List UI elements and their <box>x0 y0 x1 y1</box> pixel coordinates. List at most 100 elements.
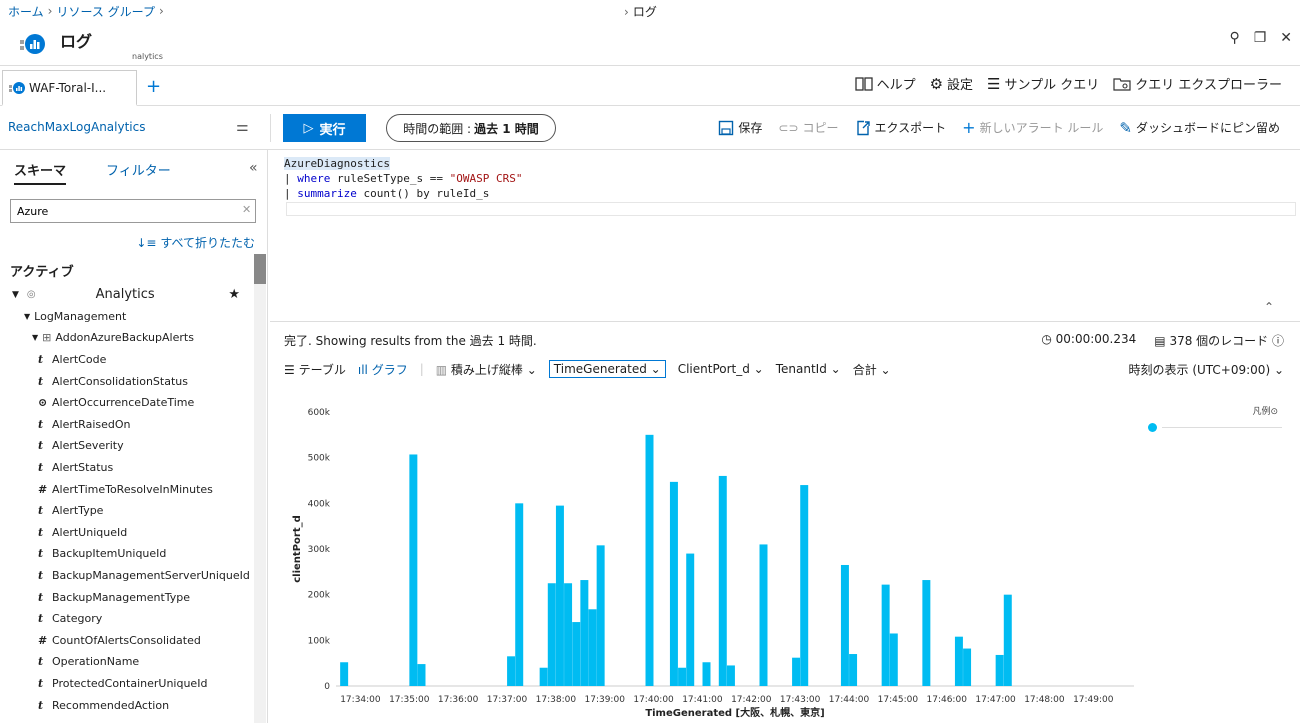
settings-label: 設定 <box>947 78 974 93</box>
schema-column[interactable]: t BackupItemUniqueId <box>0 543 252 565</box>
help-button[interactable]: ヘルプ <box>854 74 916 93</box>
schema-search-input[interactable] <box>10 199 256 223</box>
info-icon[interactable]: ⓘ <box>1268 334 1284 348</box>
sample-queries-label: サンプル クエリ <box>1004 78 1100 93</box>
timezone-label: 時刻の表示 (UTC+09:00) <box>1128 362 1271 377</box>
chart-bar <box>840 564 849 686</box>
schema-column[interactable]: t AlertType <box>0 500 252 522</box>
x-tick-label: 17:41:00 <box>682 695 723 705</box>
schema-column-name: AlertTimeToResolveInMinutes <box>52 482 213 496</box>
query-tab[interactable]: WAF-Toral-I... <box>2 70 137 106</box>
table-view-button[interactable]: ☰ テーブル <box>284 361 346 378</box>
query-explorer-button[interactable]: クエリ エクスプローラー <box>1113 74 1282 93</box>
schema-column[interactable]: t AlertCode <box>0 349 252 371</box>
list-icon: ☰ <box>987 74 1001 93</box>
breadcrumb-resource-group[interactable]: リソース グループ <box>56 3 155 20</box>
sliders-icon[interactable]: ⚌ <box>236 119 249 135</box>
chart-bar <box>669 481 678 686</box>
schema-column[interactable]: t AlertConsolidationStatus <box>0 370 252 392</box>
workspace-node[interactable]: ▼ ◎ Analytics ★ <box>0 284 252 306</box>
table-icon: ☰ <box>284 362 299 377</box>
pin-icon[interactable]: ⚲ <box>1229 30 1239 46</box>
settings-button[interactable]: ⚙ 設定 <box>930 74 974 94</box>
text-type-icon: t <box>38 417 44 431</box>
chart-bar <box>792 657 801 686</box>
pin-to-dashboard-button[interactable]: ✎ ダッシュボードにピン留め <box>1119 119 1280 137</box>
y-tick-label: 600k <box>308 408 331 418</box>
schema-column-name: AlertSeverity <box>52 439 124 453</box>
schema-column[interactable]: t AlertRaisedOn <box>0 414 252 436</box>
schema-column[interactable]: t RecommendedAction <box>0 694 252 716</box>
schema-column[interactable]: t AlertUniqueId <box>0 522 252 544</box>
run-button[interactable]: ▷ 実行 <box>283 114 366 142</box>
results-status-bar: 完了. Showing results from the 過去 1 時間. ◷ … <box>284 332 1284 349</box>
split-by-dropdown[interactable]: TenantId ⌄ <box>776 362 841 376</box>
chart-type-dropdown[interactable]: ▥ 積み上げ縦棒 ⌄ <box>436 361 537 378</box>
text-type-icon: t <box>38 655 44 669</box>
chart-view-button[interactable]: ıll グラフ <box>358 361 408 378</box>
query-editor[interactable]: AzureDiagnostics | where ruleSetType_s =… <box>270 150 1300 322</box>
query-line-3: | summarize count() by ruleId_s <box>284 187 489 200</box>
chart-bar <box>596 545 605 686</box>
schema-column[interactable]: # AlertTimeToResolveInMinutes <box>0 478 252 500</box>
chart-bar <box>995 654 1004 686</box>
tab-filter[interactable]: フィルター <box>106 160 171 185</box>
add-tab-button[interactable]: + <box>146 76 161 97</box>
time-range-label: 時間の範囲 : <box>403 121 472 136</box>
schema-column[interactable]: t Category <box>0 608 252 630</box>
results-meta: ◷ 00:00:00.234 ▤ 378 個のレコード ⓘ <box>1041 332 1284 349</box>
save-button[interactable]: 保存 <box>718 119 762 136</box>
time-range-button[interactable]: 時間の範囲 : 過去 1 時間 <box>386 114 556 142</box>
schema-column[interactable]: ⊙ AlertOccurrenceDateTime <box>0 392 252 414</box>
group-node[interactable]: ▼ LogManagement <box>0 306 252 328</box>
schema-column-name: ProtectedContainerUniqueId <box>52 676 208 690</box>
breadcrumb-home[interactable]: ホーム <box>8 3 44 20</box>
collapse-editor-icon[interactable]: ⌃ <box>1264 300 1274 314</box>
schema-column-name: BackupManagementType <box>52 590 191 604</box>
timezone-dropdown[interactable]: 時刻の表示 (UTC+09:00) ⌄ <box>1129 361 1284 378</box>
copy-button[interactable]: ⊂⊃ コピー <box>778 119 838 136</box>
schema-column-name: AlertStatus <box>52 461 114 475</box>
close-icon[interactable]: ✕ <box>1280 30 1292 46</box>
schema-column-name: AlertType <box>52 504 104 518</box>
restore-icon[interactable]: ❐ <box>1254 30 1267 46</box>
schema-column[interactable]: # CountOfAlertsConsolidated <box>0 630 252 652</box>
star-icon[interactable]: ★ <box>228 287 240 302</box>
schema-column[interactable]: t OperationName <box>0 651 252 673</box>
sample-queries-button[interactable]: ☰ サンプル クエリ <box>987 74 1100 94</box>
collapse-all-button[interactable]: ↓≡ すべて折りたたむ <box>136 234 255 251</box>
chart-bar <box>547 583 556 686</box>
scrollbar-thumb[interactable] <box>254 254 266 284</box>
schema-column[interactable]: t ProtectedContainerUniqueId <box>0 673 252 695</box>
y-axis-dropdown[interactable]: ClientPort_d ⌄ <box>678 362 764 376</box>
clear-icon[interactable]: ✕ <box>242 203 251 216</box>
legend-toggle[interactable]: 凡例⊙ <box>1252 404 1278 417</box>
x-axis-dropdown[interactable]: TimeGenerated ⌄ <box>548 360 666 378</box>
page-subtitle: nalytics <box>132 52 163 61</box>
chevron-down-icon: ⌄ <box>876 362 891 377</box>
aggregation-dropdown[interactable]: 合計 ⌄ <box>853 361 891 378</box>
new-alert-rule-button[interactable]: + 新しいアラート ルール <box>962 118 1103 137</box>
x-tick-label: 17:45:00 <box>878 695 919 705</box>
schema-scrollbar[interactable] <box>254 254 266 723</box>
export-button[interactable]: エクスポート <box>855 119 946 136</box>
table-node[interactable]: ▼ ⊞ AddonAzureBackupAlerts <box>0 327 252 349</box>
time-range-value: 過去 1 時間 <box>474 121 539 136</box>
schema-column[interactable]: t AlertStatus <box>0 457 252 479</box>
chart-bar <box>922 580 931 686</box>
bar-chart-icon: ıll <box>357 362 372 377</box>
schema-column[interactable]: t AlertSeverity <box>0 435 252 457</box>
chart-bar <box>889 633 898 686</box>
collapse-pane-icon[interactable]: « <box>249 160 258 176</box>
x-tick-label: 17:38:00 <box>536 695 577 705</box>
tab-schema[interactable]: スキーマ <box>14 160 67 185</box>
chart-bar <box>702 662 711 686</box>
workspace-selector[interactable]: ReachMaxLogAnalytics <box>8 120 145 134</box>
x-tick-label: 17:42:00 <box>731 695 772 705</box>
query-text[interactable]: AzureDiagnostics | where ruleSetType_s =… <box>284 156 522 201</box>
schema-column[interactable]: t BackupManagementType <box>0 586 252 608</box>
play-icon: ▷ <box>303 120 314 136</box>
schema-column[interactable]: t BackupManagementServerUniqueId <box>0 565 252 587</box>
chart-bar <box>800 485 809 686</box>
page-title: ログ <box>60 32 93 51</box>
